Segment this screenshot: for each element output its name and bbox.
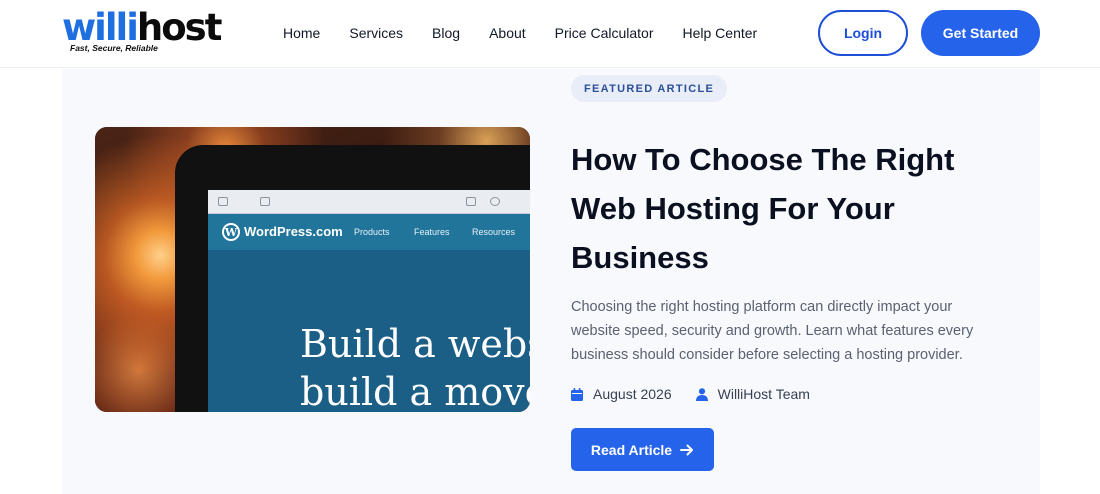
arrow-right-icon	[680, 444, 694, 455]
navbar: willihost Fast, Secure, Reliable Home Se…	[0, 0, 1100, 68]
image-headline: Build a webs build a move	[300, 320, 530, 412]
read-article-label: Read Article	[590, 441, 673, 458]
featured-badge: FEATURED ARTICLE	[571, 75, 728, 102]
article-date: August 2026	[571, 386, 672, 402]
image-wordpress-header: W WordPress.com Products Features Resour…	[208, 214, 530, 250]
wordpress-logo-icon: W	[222, 223, 240, 241]
image-headline-line2: build a move	[300, 370, 530, 412]
nav-about[interactable]: About	[489, 23, 526, 43]
main-menu: Home Services Blog About Price Calculato…	[283, 23, 786, 43]
read-article-button[interactable]: Read Article	[571, 428, 714, 471]
image-headline-line1: Build a webs	[300, 322, 530, 366]
article-description: Choosing the right hosting platform can …	[571, 299, 974, 363]
nav-help-center[interactable]: Help Center	[683, 23, 758, 43]
nav-services[interactable]: Services	[349, 23, 403, 43]
article-image[interactable]: W WordPress.com Products Features Resour…	[95, 127, 530, 412]
article-author-text: WilliHost Team	[717, 386, 810, 402]
user-icon	[695, 387, 708, 401]
nav-home[interactable]: Home	[283, 23, 320, 43]
image-site-name: WordPress.com	[244, 224, 343, 239]
browser-reader-icon	[466, 197, 476, 206]
login-button[interactable]: Login	[818, 10, 908, 56]
article-meta: August 2026 WilliHost Team	[571, 386, 834, 402]
image-nav-features: Features	[414, 227, 450, 237]
image-nav-resources: Resources	[472, 227, 516, 237]
logo-tagline: Fast, Secure, Reliable	[70, 43, 158, 53]
brand-logo[interactable]: willihost Fast, Secure, Reliable	[62, 6, 232, 56]
image-browser-bar	[208, 190, 530, 214]
browser-add-icon	[490, 197, 500, 206]
nav-price-calculator[interactable]: Price Calculator	[555, 23, 654, 43]
nav-blog[interactable]: Blog	[432, 23, 460, 43]
get-started-button[interactable]: Get Started	[921, 10, 1040, 56]
calendar-icon	[571, 387, 583, 401]
browser-back-icon	[218, 197, 228, 206]
image-laptop-screen: W WordPress.com Products Features Resour…	[208, 190, 530, 412]
article-title[interactable]: How To Choose The Right Web Hosting For …	[571, 135, 1001, 282]
browser-sidebar-icon	[260, 197, 270, 206]
article-author: WilliHost Team	[695, 386, 810, 402]
article-date-text: August 2026	[593, 386, 672, 402]
image-nav-products: Products	[354, 227, 390, 237]
